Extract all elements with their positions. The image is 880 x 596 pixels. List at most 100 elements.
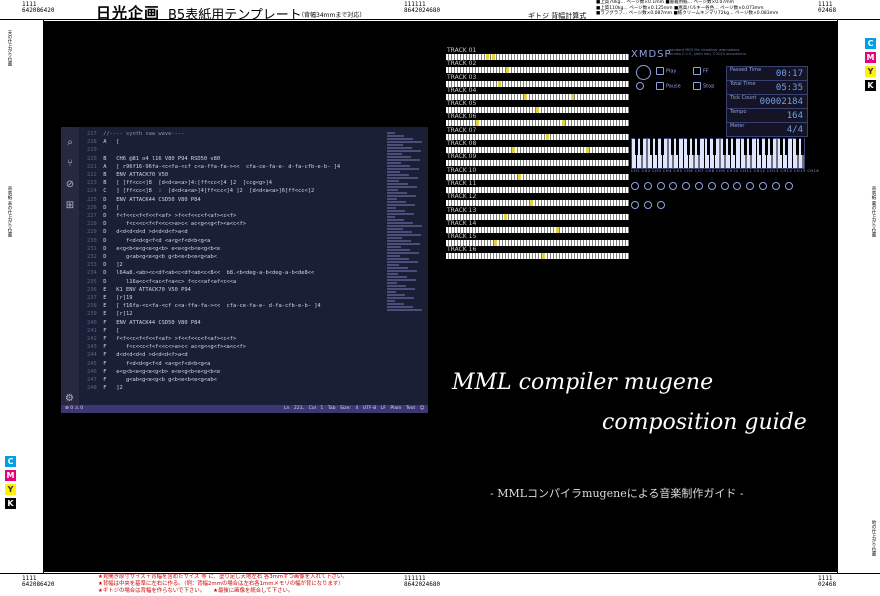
minimap-line <box>387 276 407 278</box>
line-text: D e<g<b<e<g<e<g<b> e<e<g<b<e<g<b<e <box>103 245 221 252</box>
track-keyboard <box>446 200 629 207</box>
line-number: 248 <box>87 385 104 392</box>
debug-icon: ⊘ <box>65 179 75 190</box>
minimap-line <box>387 180 399 182</box>
line-number: 230 <box>87 237 104 244</box>
code-line: 242 F f<f<<c<f<f<<f<af> >f<<f<<c<f<af><c… <box>87 335 340 343</box>
passed-time-readout: Passed Time 00:17 <box>726 66 808 81</box>
spine-calc-info: ■上質70kg… ページ数×0.1mm ■書籍用紙… ページ数×0.07mm ■… <box>596 0 779 16</box>
line-number: 232 <box>87 254 104 261</box>
track-keyboard <box>446 107 629 114</box>
channel-labels: CH1 CH2 CH3 CH4 CH5 CH6 CH7 CH8 CH9 CH10… <box>631 169 820 173</box>
line-number: 247 <box>87 377 104 384</box>
minimap-line <box>387 195 416 197</box>
color-swatch-k: K <box>5 498 16 509</box>
tick-count-readout: Tick Count 00002184 <box>726 94 808 109</box>
line-text: E [r]19 <box>103 295 133 302</box>
color-swatch-m: M <box>5 470 16 481</box>
stop-button[interactable]: Stop <box>693 82 714 90</box>
black-key <box>769 138 773 155</box>
track-row: TRACK 08 <box>446 141 629 154</box>
track-keyboards: TRACK 01 TRACK 02 TRACK 03 TRACK 04 TRACK 05… <box>446 48 629 261</box>
line-text: C ] [ff<cc<]8 : [d<d<a<a>]4[ff<cc<]4 ]2 … <box>103 188 315 195</box>
side-label-right-mid: 背表紙 裏の仕上がり位置 <box>871 186 876 237</box>
track-keyboard <box>446 80 629 87</box>
side-label-right-bottom: 地の仕上がり位置 <box>871 520 876 556</box>
line-number: 220 <box>87 155 104 162</box>
line-text: F ENV ATTACK44 CSD50 V80 P84 <box>103 319 201 326</box>
active-key <box>486 54 489 60</box>
minimap-line <box>387 153 402 155</box>
code-line: 245 F f<d<d<g<f<d <a<g<f<d<b<g<a <box>87 360 340 368</box>
line-text: D f<c<<c<f<f<<c<>a>c< ac<g<<g<f><a<c<f> <box>103 221 247 228</box>
minimap-line <box>387 288 415 290</box>
active-key <box>530 200 533 207</box>
track-keyboard <box>446 54 629 60</box>
line-text: E [r]12 <box>103 311 133 318</box>
code-line: 222 B ENV ATTACK70 V50 <box>87 171 340 179</box>
track-row: TRACK 03 <box>446 74 629 88</box>
channel-indicators <box>631 175 803 209</box>
line-number: 245 <box>87 360 104 367</box>
black-key <box>707 138 711 155</box>
color-swatch-k: K <box>865 80 876 91</box>
track-keyboard <box>446 240 629 247</box>
black-key <box>759 138 763 155</box>
minimap-line <box>387 249 410 251</box>
line-number: 227 <box>87 213 104 220</box>
code-line: 234 D l64a8.<ab><c<df<ab<c<df<ab<c<8<< b… <box>87 269 340 277</box>
minimap-line <box>387 228 403 230</box>
black-key <box>733 138 737 155</box>
ff-button[interactable]: FF <box>693 67 709 75</box>
minimap-line <box>387 243 420 245</box>
color-swatch-c: C <box>5 456 16 467</box>
active-key <box>546 133 549 140</box>
line-text: F f<f<<c<f<f<<f<af> >f<<f<<c<f<af><c<f> <box>103 336 237 343</box>
code-line: 231 D e<g<b<e<g<e<g<b> e<e<g<b<e<g<b<e <box>87 245 340 253</box>
line-number: 237 <box>87 295 104 302</box>
channel-indicator <box>707 182 716 190</box>
line-number: 236 <box>87 286 104 293</box>
line-number: 238 <box>87 303 104 310</box>
track-row: TRACK 16 <box>446 247 629 260</box>
meter-readout: Meter 4/4 <box>726 122 808 137</box>
play-icon <box>656 67 664 75</box>
channel-indicator <box>643 182 652 190</box>
line-number: 239 <box>87 311 104 318</box>
minimap-line <box>387 267 408 269</box>
line-text: E K1 ENV ATTACK70 V50 P94 <box>103 286 191 293</box>
minimap-line <box>387 309 422 311</box>
black-key <box>795 138 799 155</box>
minimap <box>387 131 423 401</box>
xmdsp-logo: XMDSP <box>631 49 672 60</box>
line-number: 242 <box>87 336 104 343</box>
xmdsp-subtitle: standard MIDI file visualizer wannabees v… <box>668 48 746 57</box>
track-row: TRACK 11 <box>446 180 629 194</box>
track-row: TRACK 15 <box>446 234 629 247</box>
code-line: 239 E [r]12 <box>87 310 340 318</box>
line-number: 233 <box>87 262 104 269</box>
black-key <box>639 138 643 155</box>
code-line: 225 D ENV ATTACK44 CSD50 V80 P84 <box>87 196 340 204</box>
active-key <box>504 213 507 220</box>
line-number: 246 <box>87 368 104 375</box>
color-bar-top-right: CMYK <box>865 38 876 94</box>
crop-line-right <box>837 19 838 574</box>
line-number: 241 <box>87 327 104 334</box>
minimap-line <box>387 213 414 215</box>
minimap-line <box>387 177 418 179</box>
black-key <box>686 138 690 155</box>
active-key <box>476 120 479 127</box>
code-line: 217 //---- synth saw wave---- <box>87 130 340 138</box>
line-text: D ]2 <box>103 262 123 269</box>
play-button[interactable]: Play <box>656 67 676 75</box>
black-key <box>655 138 659 155</box>
track-keyboard <box>446 253 629 260</box>
line-number: 218 <box>87 139 104 146</box>
pause-button[interactable]: Pause <box>656 82 681 90</box>
lamp-icon <box>636 82 644 90</box>
minimap-line <box>387 189 398 191</box>
line-text: B ENV ATTACK70 V50 <box>103 172 169 179</box>
track-row: TRACK 10 <box>446 167 629 181</box>
status-lamps <box>636 82 646 90</box>
